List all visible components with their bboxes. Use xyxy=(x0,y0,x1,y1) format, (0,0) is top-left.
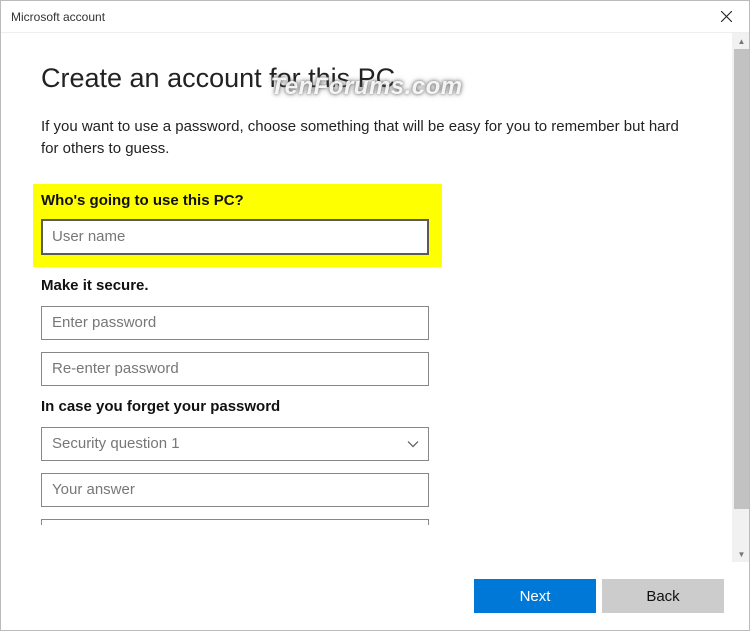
close-button[interactable] xyxy=(704,1,749,32)
back-button[interactable]: Back xyxy=(602,579,724,613)
security-answer-input[interactable] xyxy=(41,473,429,507)
secure-section-title: Make it secure. xyxy=(41,277,692,294)
username-section-title: Who's going to use this PC? xyxy=(41,192,434,209)
main-content: TenForums.com Create an account for this… xyxy=(1,33,732,562)
window-title: Microsoft account xyxy=(11,10,105,24)
vertical-scrollbar[interactable]: ▲ ▼ xyxy=(732,33,749,562)
page-title: Create an account for this PC xyxy=(41,63,692,94)
partial-field xyxy=(41,519,429,525)
forgot-section-title: In case you forget your password xyxy=(41,398,692,415)
content-area: TenForums.com Create an account for this… xyxy=(1,33,749,562)
username-section: Who's going to use this PC? xyxy=(33,184,442,267)
password-input[interactable] xyxy=(41,306,429,340)
scroll-down-arrow[interactable]: ▼ xyxy=(733,546,750,562)
next-button[interactable]: Next xyxy=(474,579,596,613)
footer: Next Back xyxy=(1,562,749,630)
scroll-up-arrow[interactable]: ▲ xyxy=(733,33,750,49)
titlebar: Microsoft account xyxy=(1,1,749,33)
security-question-select[interactable]: Security question 1 xyxy=(41,427,429,461)
security-question-label[interactable]: Security question 1 xyxy=(41,427,429,461)
page-subtitle: If you want to use a password, choose so… xyxy=(41,116,692,160)
scrollbar-thumb[interactable] xyxy=(734,49,749,509)
window: Microsoft account TenForums.com Create a… xyxy=(0,0,750,631)
reenter-password-input[interactable] xyxy=(41,352,429,386)
username-input[interactable] xyxy=(41,219,429,255)
close-icon xyxy=(721,11,732,22)
